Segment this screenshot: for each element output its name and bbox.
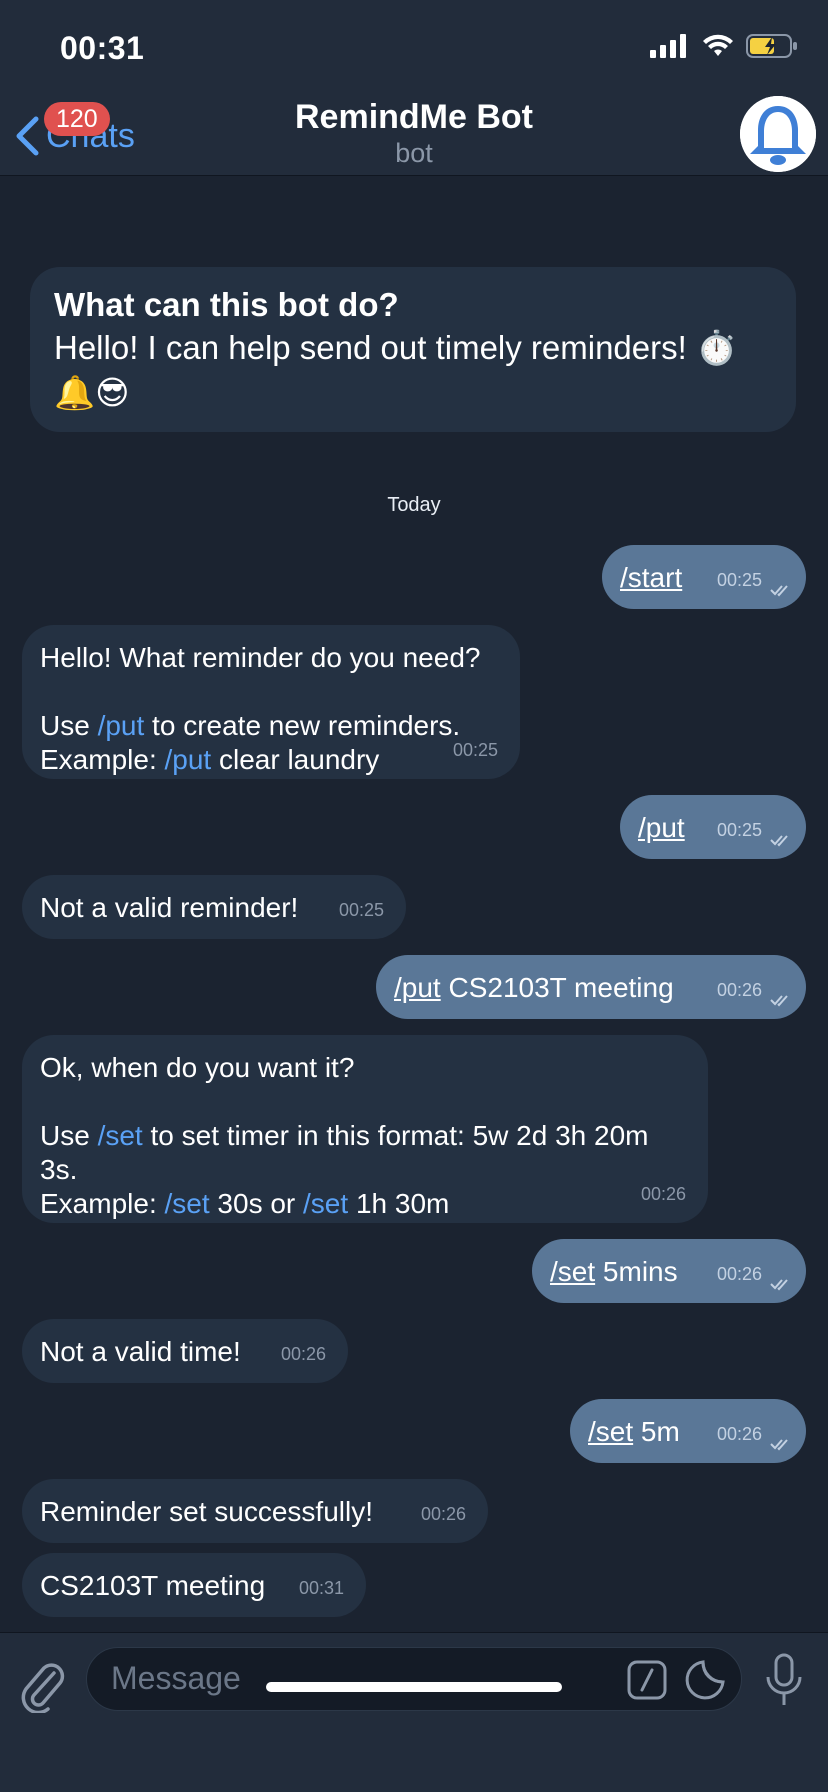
command-link[interactable]: /set (98, 1120, 143, 1151)
message-text: 5mins (595, 1256, 678, 1287)
message-text: Use /set to set timer in this format: 5w… (40, 1120, 649, 1151)
message-outgoing[interactable]: /put 00:25 (620, 795, 806, 859)
signal-icon (650, 34, 686, 58)
message-time: 00:25 (452, 740, 498, 760)
message-incoming[interactable]: Not a valid time! 00:26 (22, 1319, 348, 1383)
battery-icon (746, 34, 797, 58)
command-link[interactable]: /set (303, 1188, 348, 1219)
message-incoming[interactable]: Reminder set successfully! 00:26 (22, 1479, 488, 1543)
message-time: 00:25 (716, 570, 762, 590)
message-placeholder: Message (111, 1660, 241, 1696)
message-time: 00:26 (640, 1184, 686, 1204)
double-check-icon (770, 835, 788, 847)
message-text: CS2103T meeting (440, 972, 674, 1003)
message-outgoing[interactable]: /set 5mins 00:26 (532, 1239, 806, 1303)
bot-commands-button[interactable] (627, 1660, 667, 1700)
command-link[interactable]: /put (98, 710, 145, 741)
bot-info-text: Hello! I can help send out timely remind… (54, 329, 738, 411)
message-text: Reminder set successfully! (40, 1496, 374, 1527)
message-time: 00:26 (280, 1344, 326, 1364)
wifi-icon (703, 34, 733, 56)
double-check-icon (770, 1439, 788, 1451)
bell-icon (740, 96, 816, 172)
status-bar: 00:31 (0, 0, 828, 96)
date-separator: Today (387, 494, 441, 516)
message-outgoing[interactable]: /put CS2103T meeting 00:26 (376, 955, 806, 1019)
attach-button[interactable] (18, 1657, 66, 1715)
message-time: 00:26 (716, 1264, 762, 1284)
message-list[interactable]: What can this bot do? Hello! I can help … (0, 177, 828, 1632)
voice-record-button[interactable] (764, 1653, 804, 1707)
message-incoming[interactable]: CS2103T meeting 00:31 (22, 1553, 366, 1617)
input-bar: Message (0, 1632, 828, 1792)
message-incoming[interactable]: Not a valid reminder! 00:25 (22, 875, 406, 939)
sticker-icon (685, 1660, 725, 1700)
message-text: CS2103T meeting (40, 1570, 266, 1601)
message-text: Not a valid time! (40, 1336, 241, 1367)
command-link[interactable]: /put (638, 812, 685, 843)
message-time: 00:26 (716, 1424, 762, 1444)
message-incoming[interactable]: Hello! What reminder do you need? Use /p… (22, 625, 520, 779)
message-text: Not a valid reminder! (40, 892, 299, 923)
microphone-icon (766, 1653, 802, 1705)
chat-header: Chats 120 RemindMe Bot bot (0, 96, 828, 176)
bot-avatar[interactable] (740, 96, 816, 172)
status-time: 00:31 (60, 30, 145, 66)
message-text: Use /put to create new reminders. (40, 710, 461, 741)
home-indicator (266, 1682, 562, 1692)
bot-info-card: What can this bot do? Hello! I can help … (30, 267, 796, 432)
status-icons (650, 34, 798, 58)
command-link[interactable]: /set (550, 1256, 595, 1287)
message-time: 00:26 (716, 980, 762, 1000)
command-link[interactable]: /set (588, 1416, 633, 1447)
message-time: 00:25 (716, 820, 762, 840)
bot-info-title: What can this bot do? (54, 286, 399, 323)
sticker-button[interactable] (685, 1660, 725, 1700)
command-link[interactable]: /set (165, 1188, 210, 1219)
double-check-icon (770, 585, 788, 597)
message-text: Example: /set 30s or /set 1h 30m (40, 1188, 450, 1219)
command-link[interactable]: /start (620, 562, 682, 593)
double-check-icon (770, 995, 788, 1007)
message-time: 00:26 (420, 1504, 466, 1524)
message-text: Example: /put clear laundry (40, 744, 380, 775)
paperclip-icon (21, 1663, 65, 1715)
message-text: Hello! What reminder do you need? (40, 642, 481, 673)
message-text: 3s. (40, 1154, 78, 1185)
message-time: 00:25 (338, 900, 384, 920)
message-incoming[interactable]: Ok, when do you want it? Use /set to set… (22, 1035, 708, 1223)
double-check-icon (770, 1279, 788, 1291)
slash-command-icon (627, 1660, 667, 1700)
message-time: 00:31 (298, 1578, 344, 1598)
chat-subtitle: bot (395, 138, 433, 168)
message-text: Ok, when do you want it? (40, 1052, 355, 1083)
command-link[interactable]: /put (165, 744, 212, 775)
command-link[interactable]: /put (394, 972, 441, 1003)
message-outgoing[interactable]: /start 00:25 (602, 545, 806, 609)
message-text: 5m (633, 1416, 680, 1447)
chat-title: RemindMe Bot (295, 98, 533, 136)
message-input[interactable]: Message (86, 1647, 742, 1711)
message-outgoing[interactable]: /set 5m 00:26 (570, 1399, 806, 1463)
